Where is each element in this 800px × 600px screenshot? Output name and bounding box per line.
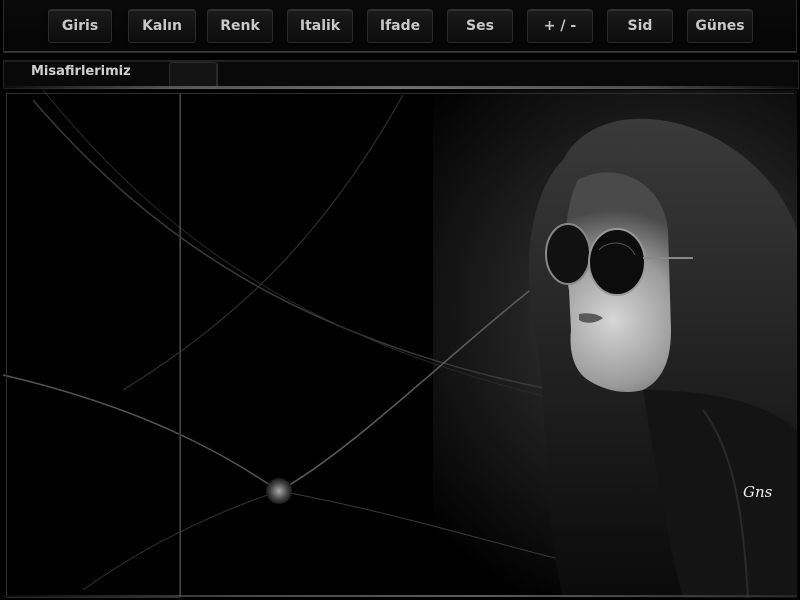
header-bar: Misafirlerimiz (3, 60, 799, 89)
sound-button[interactable]: Ses (447, 9, 513, 43)
header-divider (217, 63, 218, 86)
giris-button[interactable]: Giris (48, 9, 112, 43)
sid-button[interactable]: Sid (607, 9, 673, 43)
color-button[interactable]: Renk (207, 9, 273, 43)
top-glow-line (3, 86, 797, 89)
signature-text: Gns (743, 483, 773, 501)
font-size-button[interactable]: + / - (527, 9, 593, 43)
guests-title: Misafirlerimiz (31, 64, 131, 79)
toolbar: Giris Kalın Renk Italik Ifade Ses + / - … (3, 0, 797, 53)
main-area: Gns (3, 90, 797, 598)
emoticon-button[interactable]: Ifade (367, 9, 433, 43)
gunes-button[interactable]: Günes (687, 9, 753, 43)
guest-list-panel[interactable] (6, 93, 180, 598)
bold-button[interactable]: Kalın (128, 9, 196, 43)
bottom-glow-line (3, 595, 797, 597)
chat-message-area[interactable] (180, 93, 794, 597)
italic-button[interactable]: Italik (287, 9, 353, 43)
header-tab[interactable] (169, 62, 217, 89)
